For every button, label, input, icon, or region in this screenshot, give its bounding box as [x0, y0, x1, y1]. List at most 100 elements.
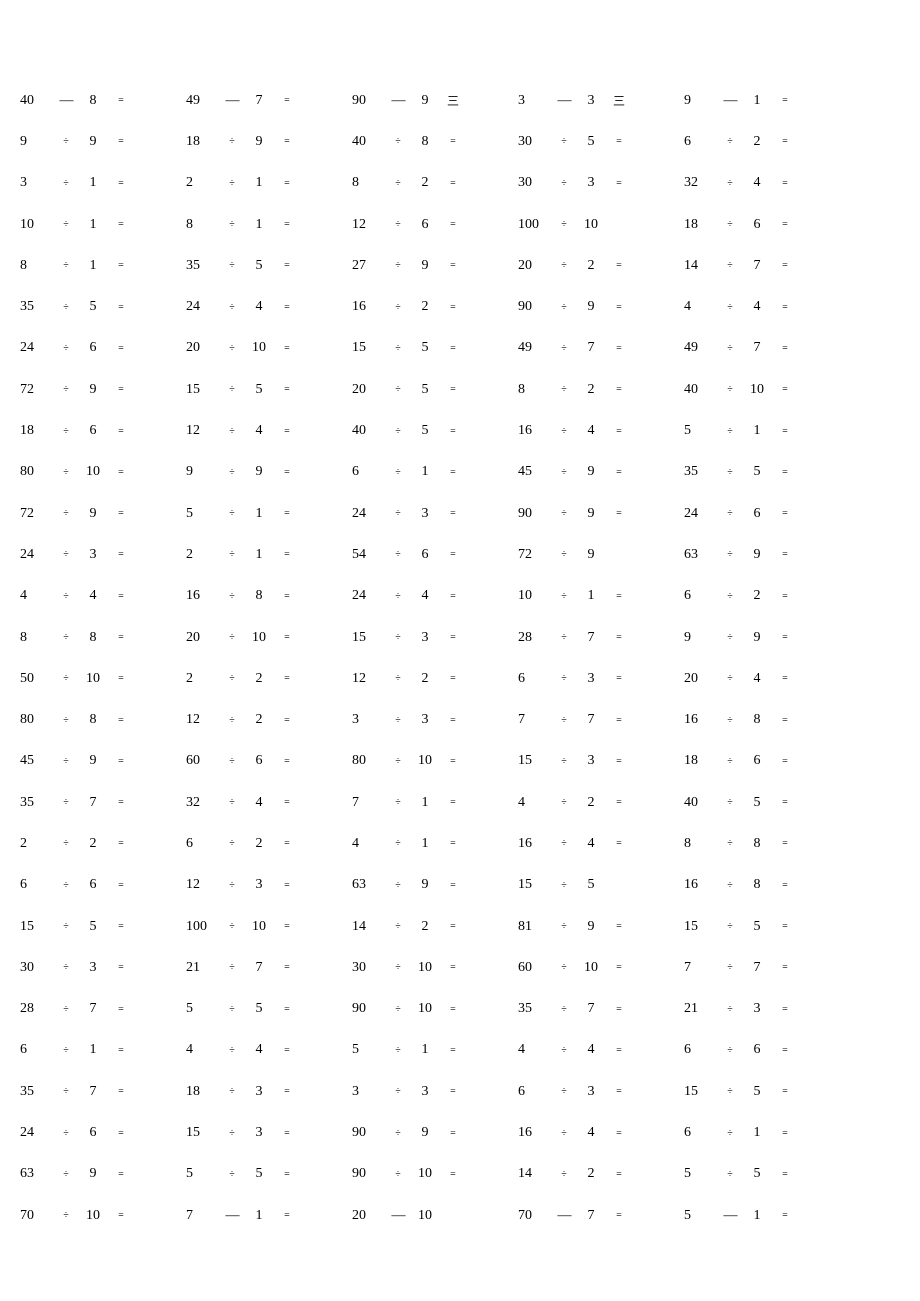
- dividend: 3: [350, 712, 386, 728]
- equals: =: [440, 921, 466, 932]
- divisor: 1: [576, 588, 606, 604]
- problem: 8÷1=: [184, 217, 314, 233]
- operator: ÷: [386, 756, 410, 767]
- problem: 63÷9=: [18, 1166, 148, 1182]
- equals: 三: [606, 92, 632, 109]
- equals: 三: [440, 92, 466, 109]
- divisor: 1: [78, 1042, 108, 1058]
- dividend: 4: [350, 836, 386, 852]
- operator: ÷: [220, 302, 244, 313]
- operator: ÷: [718, 178, 742, 189]
- equals: =: [108, 260, 134, 271]
- dividend: 16: [350, 299, 386, 315]
- divisor: 6: [78, 423, 108, 439]
- dividend: 40: [350, 134, 386, 150]
- operator: ÷: [386, 921, 410, 932]
- problem: 40÷5=: [350, 423, 480, 439]
- equals: =: [274, 178, 300, 189]
- divisor: 1: [742, 423, 772, 439]
- row: 70÷10=7—1=20—1070—7=5—1=: [18, 1195, 902, 1236]
- equals: =: [440, 1128, 466, 1139]
- dividend: 63: [682, 547, 718, 563]
- dividend: 4: [18, 588, 54, 604]
- operator: ÷: [220, 549, 244, 560]
- operator: ÷: [552, 1045, 576, 1056]
- dividend: 20: [184, 340, 220, 356]
- equals: =: [108, 136, 134, 147]
- dividend: 35: [516, 1001, 552, 1017]
- problem: 2÷1=: [184, 547, 314, 563]
- equals: =: [772, 673, 798, 684]
- operator: ÷: [54, 260, 78, 271]
- problem: 15÷5: [516, 877, 646, 893]
- equals: =: [606, 797, 632, 808]
- divisor: 5: [742, 1166, 772, 1182]
- dividend: 60: [516, 960, 552, 976]
- operator: ÷: [386, 1045, 410, 1056]
- problem: 3÷3=: [350, 1084, 480, 1100]
- operator: ÷: [54, 1045, 78, 1056]
- row: 45÷9=60÷6=80÷10=15÷3=18÷6=: [18, 741, 902, 782]
- equals: =: [108, 178, 134, 189]
- divisor: 2: [576, 258, 606, 274]
- operator: ÷: [54, 302, 78, 313]
- operator: ÷: [552, 921, 576, 932]
- dividend: 9: [682, 93, 718, 109]
- problem: 24÷4=: [184, 299, 314, 315]
- equals: =: [606, 1210, 632, 1221]
- dividend: 28: [516, 630, 552, 646]
- problem: 90÷10=: [350, 1001, 480, 1017]
- divisor: 10: [410, 1001, 440, 1017]
- operator: ÷: [220, 343, 244, 354]
- divisor: 10: [410, 753, 440, 769]
- row: 30÷3=21÷7=30÷10=60÷10=7÷7=: [18, 947, 902, 988]
- equals: =: [606, 1004, 632, 1015]
- divisor: 3: [244, 1125, 274, 1141]
- divisor: 9: [78, 1166, 108, 1182]
- divisor: 2: [742, 588, 772, 604]
- problem: 3÷1=: [18, 175, 148, 191]
- equals: =: [606, 467, 632, 478]
- divisor: 5: [576, 877, 606, 893]
- dividend: 27: [350, 258, 386, 274]
- equals: =: [440, 673, 466, 684]
- dividend: 10: [18, 217, 54, 233]
- problem: 15÷5=: [350, 340, 480, 356]
- divisor: 6: [742, 753, 772, 769]
- divisor: 10: [410, 960, 440, 976]
- dividend: 6: [682, 588, 718, 604]
- equals: =: [772, 219, 798, 230]
- equals: =: [274, 1169, 300, 1180]
- divisor: 7: [244, 93, 274, 109]
- problem: 9÷9=: [18, 134, 148, 150]
- divisor: 2: [410, 671, 440, 687]
- divisor: 9: [576, 299, 606, 315]
- problem: 6÷2=: [682, 134, 812, 150]
- operator: ÷: [386, 136, 410, 147]
- divisor: 1: [244, 547, 274, 563]
- problem: 9÷9=: [682, 630, 812, 646]
- divisor: 7: [742, 340, 772, 356]
- dividend: 2: [184, 671, 220, 687]
- equals: =: [606, 178, 632, 189]
- problem: 6÷1=: [18, 1042, 148, 1058]
- problem: 70—7=: [516, 1208, 646, 1224]
- dividend: 40: [682, 795, 718, 811]
- divisor: 10: [244, 630, 274, 646]
- divisor: 7: [78, 1001, 108, 1017]
- row: 6÷6=12÷3=63÷9=15÷516÷8=: [18, 865, 902, 906]
- operator: ÷: [54, 962, 78, 973]
- dividend: 20: [516, 258, 552, 274]
- problem: 6÷2=: [184, 836, 314, 852]
- equals: =: [772, 1086, 798, 1097]
- equals: =: [772, 426, 798, 437]
- operator: ÷: [718, 384, 742, 395]
- dividend: 24: [350, 588, 386, 604]
- operator: ÷: [386, 467, 410, 478]
- equals: =: [606, 302, 632, 313]
- equals: =: [772, 467, 798, 478]
- dividend: 9: [18, 134, 54, 150]
- divisor: 1: [410, 795, 440, 811]
- dividend: 32: [682, 175, 718, 191]
- dividend: 7: [350, 795, 386, 811]
